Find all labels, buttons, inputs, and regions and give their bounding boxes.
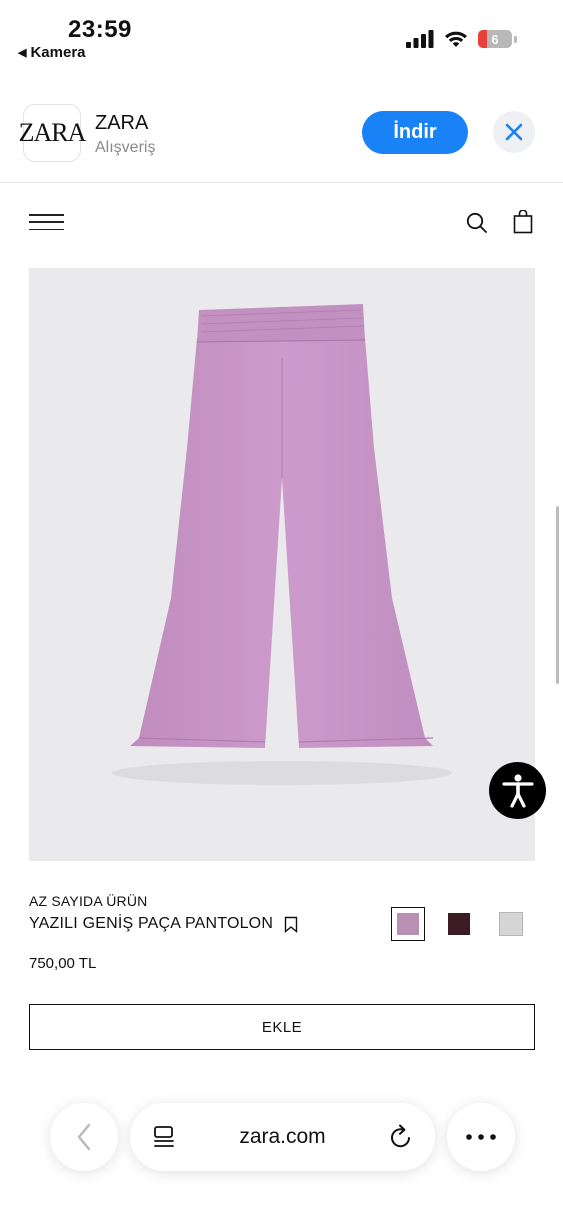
wifi-icon — [445, 31, 467, 47]
battery-indicator: 6 — [478, 30, 512, 48]
cellular-signal-icon — [406, 30, 434, 48]
smart-app-banner: ZARA ZARA Alışveriş İndir — [0, 98, 563, 183]
more-options-button[interactable] — [447, 1103, 515, 1171]
more-icon — [466, 1134, 496, 1140]
status-time: 23:59 — [68, 16, 132, 43]
add-to-cart-button[interactable]: EKLE — [29, 1004, 535, 1050]
app-name: ZARA — [95, 112, 149, 134]
reload-icon[interactable] — [389, 1124, 413, 1150]
product-price: 750,00 TL — [29, 955, 97, 972]
color-swatch-fill — [499, 912, 523, 936]
app-icon: ZARA — [19, 104, 86, 162]
back-app-label: Kamera — [30, 44, 86, 61]
color-swatch[interactable] — [391, 907, 425, 941]
battery-cap — [514, 35, 517, 43]
status-icons: 6 — [406, 30, 517, 48]
pants-illustration — [112, 304, 452, 785]
availability-label: AZ SAYIDA ÜRÜN — [29, 893, 148, 909]
back-triangle-icon: ◀ — [18, 47, 27, 59]
chevron-left-icon — [77, 1123, 91, 1151]
back-to-app-link[interactable]: ◀ Kamera — [18, 44, 86, 61]
download-app-button[interactable]: İndir — [362, 111, 468, 154]
close-banner-button[interactable] — [493, 111, 535, 153]
accessibility-button[interactable] — [489, 762, 546, 819]
color-swatch-fill — [397, 913, 419, 935]
product-name: YAZILI GENİŞ PAÇA PANTOLON — [29, 915, 274, 932]
color-swatch-fill — [448, 913, 470, 935]
close-icon — [505, 123, 523, 141]
app-category: Alışveriş — [95, 139, 156, 156]
menu-icon[interactable] — [29, 214, 64, 230]
search-icon[interactable] — [466, 212, 488, 234]
color-swatch[interactable] — [494, 907, 528, 941]
product-image[interactable] — [29, 268, 535, 861]
app-icon-logo: ZARA — [18, 118, 87, 147]
color-swatch[interactable] — [442, 907, 476, 941]
shopping-bag-icon[interactable] — [513, 210, 533, 234]
address-bar[interactable]: zara.com — [130, 1103, 435, 1171]
browser-back-button[interactable] — [50, 1103, 118, 1171]
bookmark-icon[interactable] — [284, 916, 298, 933]
scrollbar[interactable] — [556, 506, 559, 684]
accessibility-icon — [501, 773, 534, 808]
battery-level: 6 — [491, 31, 499, 47]
